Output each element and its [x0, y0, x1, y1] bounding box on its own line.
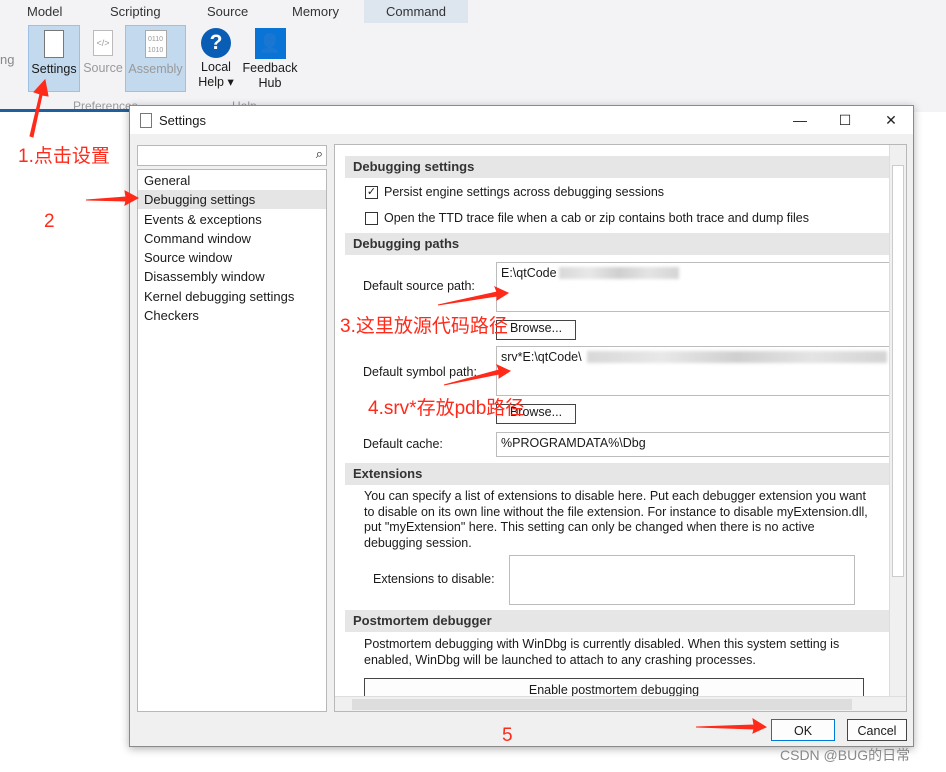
arrow-1 [29, 78, 49, 138]
arrow-2 [85, 190, 140, 206]
annotation-5: 5 [502, 725, 513, 746]
annotation-arrows [29, 78, 768, 734]
arrow-4 [443, 364, 512, 386]
arrow-5 [695, 717, 768, 734]
annotation-3: 3.这里放源代码路径 [340, 316, 508, 337]
annotation-4: 4.srv*存放pdb路径 [368, 398, 525, 419]
watermark: CSDN @BUG的日常 [780, 747, 911, 763]
arrow-3 [437, 286, 510, 306]
annotation-2: 2 [44, 211, 55, 232]
annotation-1: 1.点击设置 [18, 146, 110, 167]
